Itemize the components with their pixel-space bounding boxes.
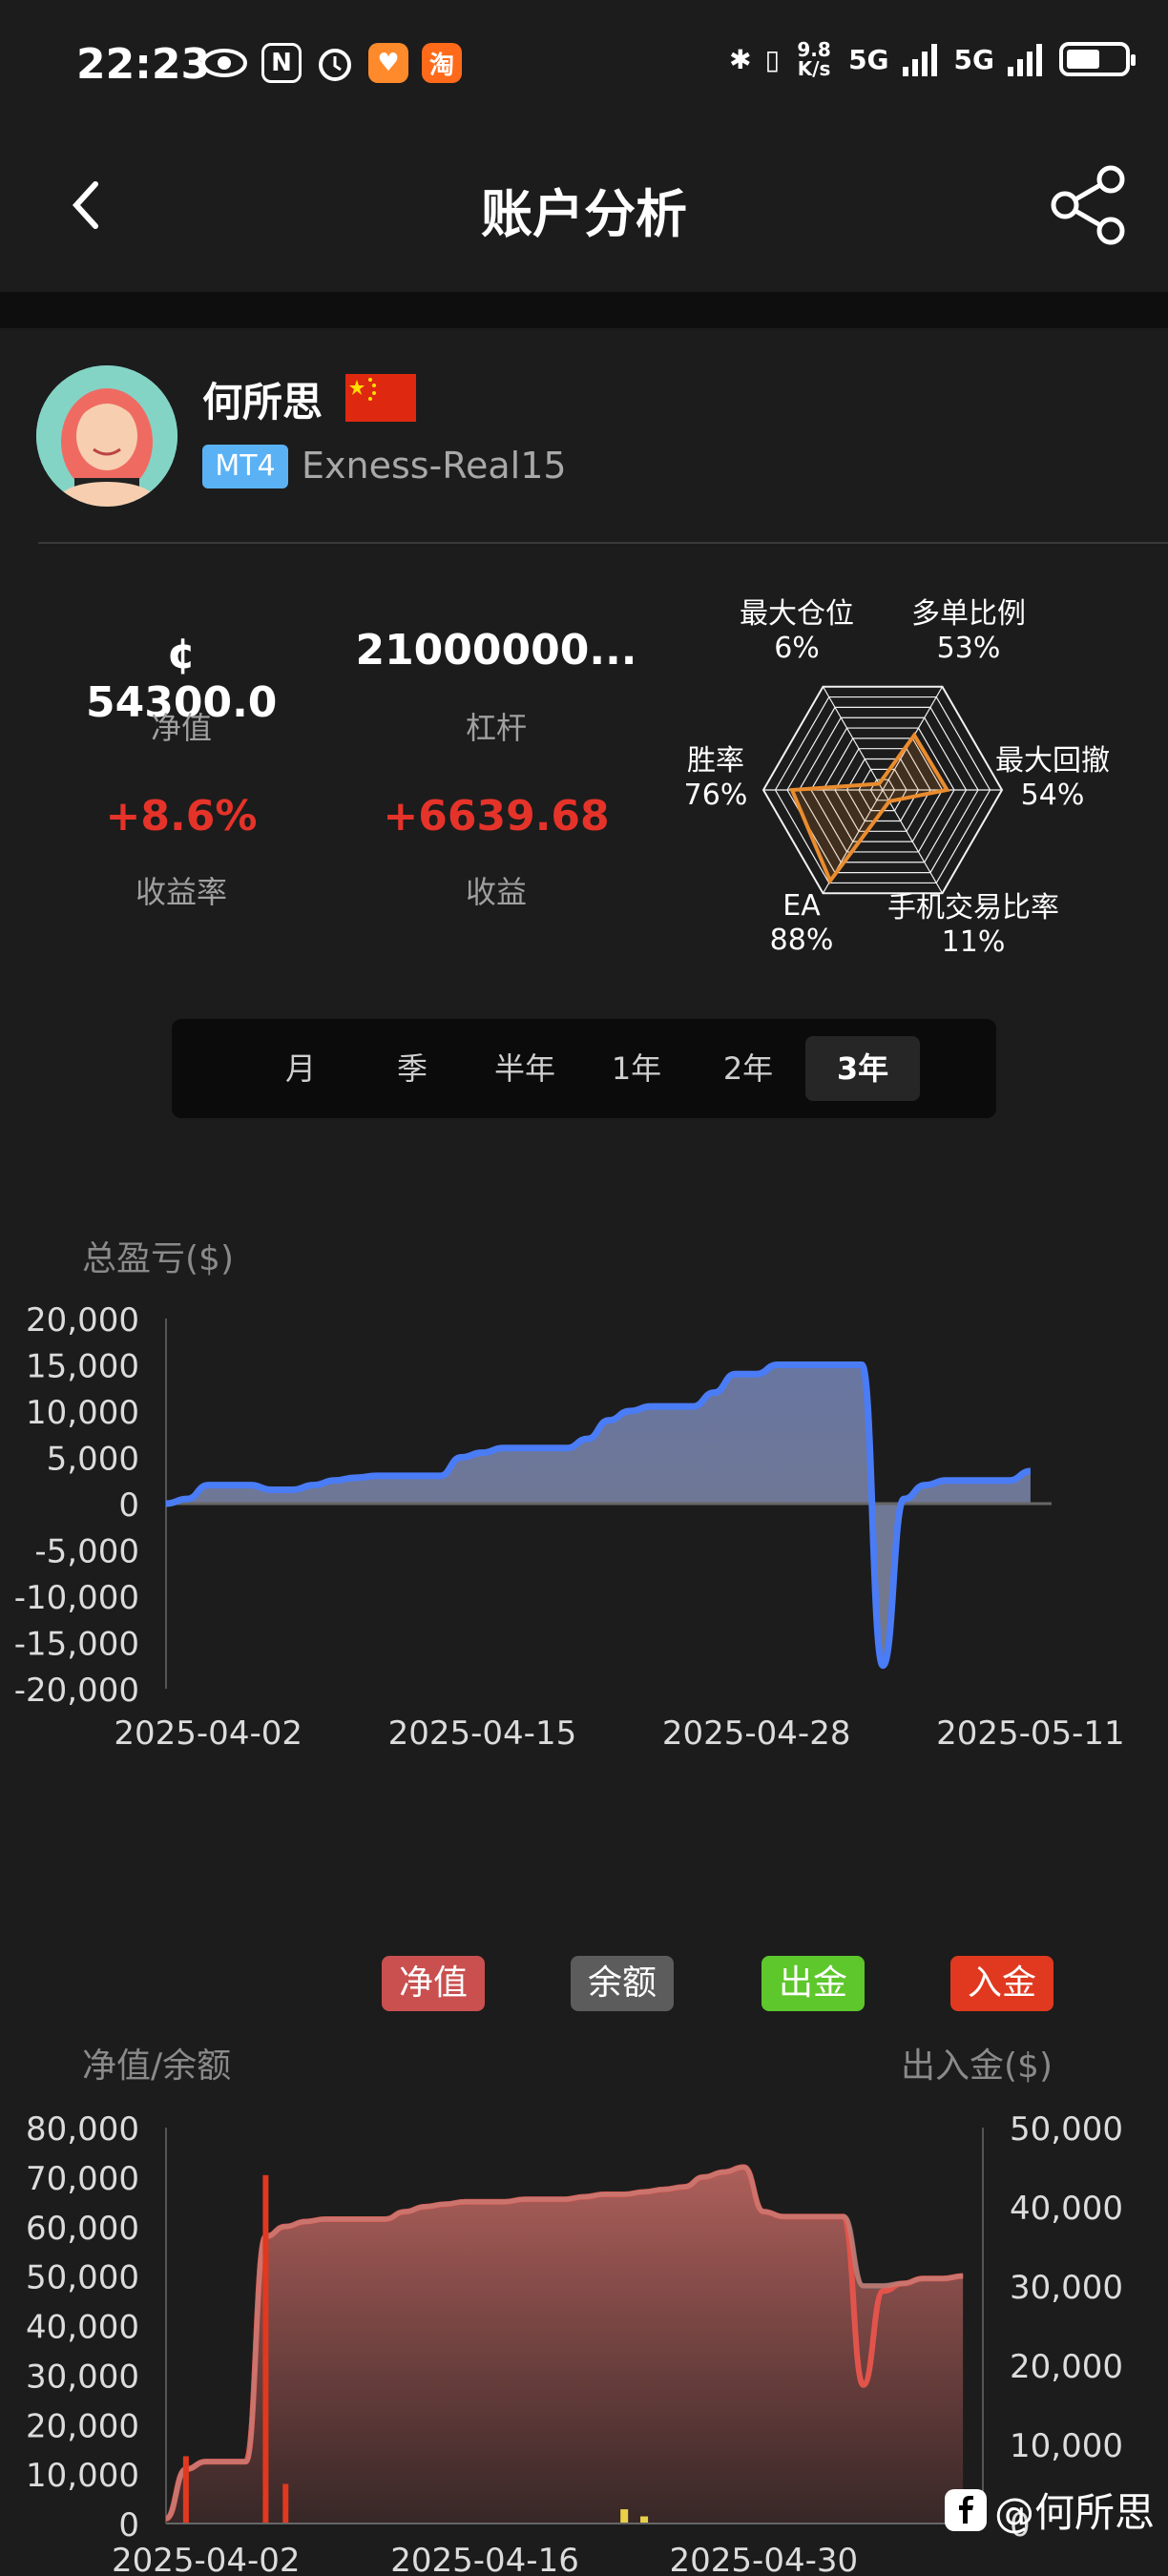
signal-5g-1: 5G: [848, 43, 889, 75]
equity-y-tick-label: 40,000: [26, 2309, 139, 2347]
tab-quarter[interactable]: 季: [355, 1036, 469, 1101]
pnl-y-tick-label: -15,000: [14, 1626, 139, 1664]
avatar[interactable]: [36, 365, 177, 507]
flow-y-tick-label: 10,000: [1010, 2427, 1123, 2465]
pnl-line: [165, 1361, 1032, 1670]
pnl-y-tick-label: 0: [118, 1486, 139, 1525]
watermark-text: @何所思: [993, 2489, 1155, 2536]
equity-y-tick-label: 70,000: [26, 2160, 139, 2198]
network-speed: 9.8 K/s: [797, 38, 831, 80]
pnl-x-tick-label: 2025-05-11: [936, 1714, 1125, 1753]
balance-area: [166, 2167, 964, 2524]
status-time: 22:23: [76, 40, 211, 89]
radar-label-long-ratio: 多单比例 53%: [911, 597, 1026, 665]
header-separator: [0, 292, 1168, 328]
flow-y-tick-label: 40,000: [1010, 2190, 1123, 2228]
pnl-x-tick-label: 2025-04-02: [114, 1714, 302, 1753]
equity-axis-label: 净值/余额: [82, 2046, 232, 2086]
tab-month[interactable]: 月: [243, 1036, 358, 1101]
taobao-icon: 淘: [422, 43, 462, 83]
equity-label: 净值: [150, 710, 212, 746]
equity-x-tick-label: 2025-04-30: [670, 2542, 859, 2576]
legend-balance[interactable]: 余额: [571, 1956, 675, 2011]
profit-label: 收益: [465, 874, 527, 910]
flow-y-tick-label: 20,000: [1010, 2348, 1123, 2386]
legend-withdraw[interactable]: 出金: [761, 1956, 866, 2011]
tab-3-year[interactable]: 3年: [805, 1036, 920, 1101]
tab-1-year[interactable]: 1年: [579, 1036, 694, 1101]
nfc-icon: N: [261, 43, 302, 83]
pnl-y-tick-label: -10,000: [14, 1579, 139, 1617]
vibrate-icon: ▯: [764, 43, 781, 75]
server-name: Exness-Real15: [302, 445, 567, 487]
tab-2-year[interactable]: 2年: [691, 1036, 805, 1101]
leverage-label: 杠杆: [465, 710, 527, 746]
china-flag-icon: [345, 374, 416, 422]
signal-5g-2: 5G: [953, 43, 994, 75]
radar-label-ea: EA 88%: [769, 889, 834, 957]
pnl-chart-title: 总盈亏($): [82, 1239, 234, 1278]
bluetooth-icon: ✱: [729, 43, 752, 75]
flow-y-tick-label: 30,000: [1010, 2269, 1123, 2307]
withdraw-bar: [640, 2516, 649, 2524]
flow-axis-label: 出入金($): [901, 2046, 1053, 2086]
weibo-logo-icon: [944, 2488, 987, 2531]
radar-label-win-rate: 胜率 76%: [683, 744, 748, 812]
status-right: ✱ ▯ 9.8 K/s 5G 5G: [729, 38, 1136, 80]
pnl-y-tick-label: 20,000: [26, 1301, 139, 1340]
status-bar: 22:23 N ♥ 淘 ✱ ▯ 9.8 K/s 5G 5G: [0, 0, 1168, 134]
pnl-x-tick-label: 2025-04-28: [662, 1714, 851, 1753]
profit-value: +6639.68: [383, 792, 610, 841]
tab-half-year[interactable]: 半年: [468, 1036, 582, 1101]
equity-y-tick-label: 60,000: [26, 2210, 139, 2248]
equity-x-tick-label: 2025-04-16: [390, 2542, 579, 2576]
equity-y-tick-label: 20,000: [26, 2407, 139, 2445]
signal-bars-icon-2: [1008, 44, 1042, 76]
legend-deposit[interactable]: 入金: [950, 1956, 1054, 2011]
radar-label-max-drawdown: 最大回撤 54%: [995, 744, 1110, 812]
deposit-bar: [282, 2483, 289, 2524]
legend-equity[interactable]: 净值: [382, 1956, 486, 2011]
equity-y-tick-label: 0: [118, 2506, 139, 2545]
flow-y-tick-label: 50,000: [1010, 2110, 1123, 2149]
signal-bars-icon: [902, 44, 937, 76]
equity-y-tick-label: 10,000: [26, 2457, 139, 2495]
pnl-y-tick-label: -5,000: [34, 1533, 139, 1571]
radar-label-mobile-ratio: 手机交易比率 11%: [887, 891, 1059, 959]
equity-y-tick-label: 50,000: [26, 2259, 139, 2297]
pnl-y-tick-label: 10,000: [26, 1394, 139, 1432]
pnl-y-tick-label: -20,000: [14, 1672, 139, 1710]
period-tabs: 月 季 半年 1年 2年 3年: [172, 1019, 996, 1118]
deposit-bar: [262, 2174, 269, 2524]
pnl-y-tick-label: 15,000: [26, 1348, 139, 1386]
return-label: 收益率: [135, 874, 227, 910]
return-value: +8.6%: [105, 792, 258, 841]
platform-badge: MT4: [202, 445, 288, 488]
page-title: 账户分析: [481, 184, 687, 244]
status-app-icons: N ♥ 淘: [200, 43, 462, 83]
heart-app-icon: ♥: [368, 43, 408, 83]
pnl-y-tick-label: 5,000: [47, 1441, 139, 1479]
equity-x-tick-label: 2025-04-02: [112, 2542, 301, 2576]
equity-y-tick-label: 30,000: [26, 2358, 139, 2396]
pnl-x-tick-label: 2025-04-15: [388, 1714, 577, 1753]
eye-icon: [201, 49, 247, 77]
leverage-value: 21000000...: [355, 626, 637, 675]
radar-label-max-position: 最大仓位 6%: [740, 597, 854, 665]
withdraw-bar: [620, 2509, 629, 2524]
equity-y-tick-label: 80,000: [26, 2110, 139, 2149]
pnl-chart: 20,000 15,000 10,000 5,000 0 -5,000 -10,000 -15…: [14, 1301, 1125, 1753]
battery-icon: [1059, 42, 1136, 76]
profile-divider: [38, 542, 1168, 544]
alarm-icon: [319, 49, 351, 81]
share-icon[interactable]: [1046, 162, 1132, 248]
profile-name: 何所思: [202, 379, 323, 426]
deposit-bar: [182, 2456, 189, 2524]
watermark: @何所思: [944, 2481, 1155, 2539]
